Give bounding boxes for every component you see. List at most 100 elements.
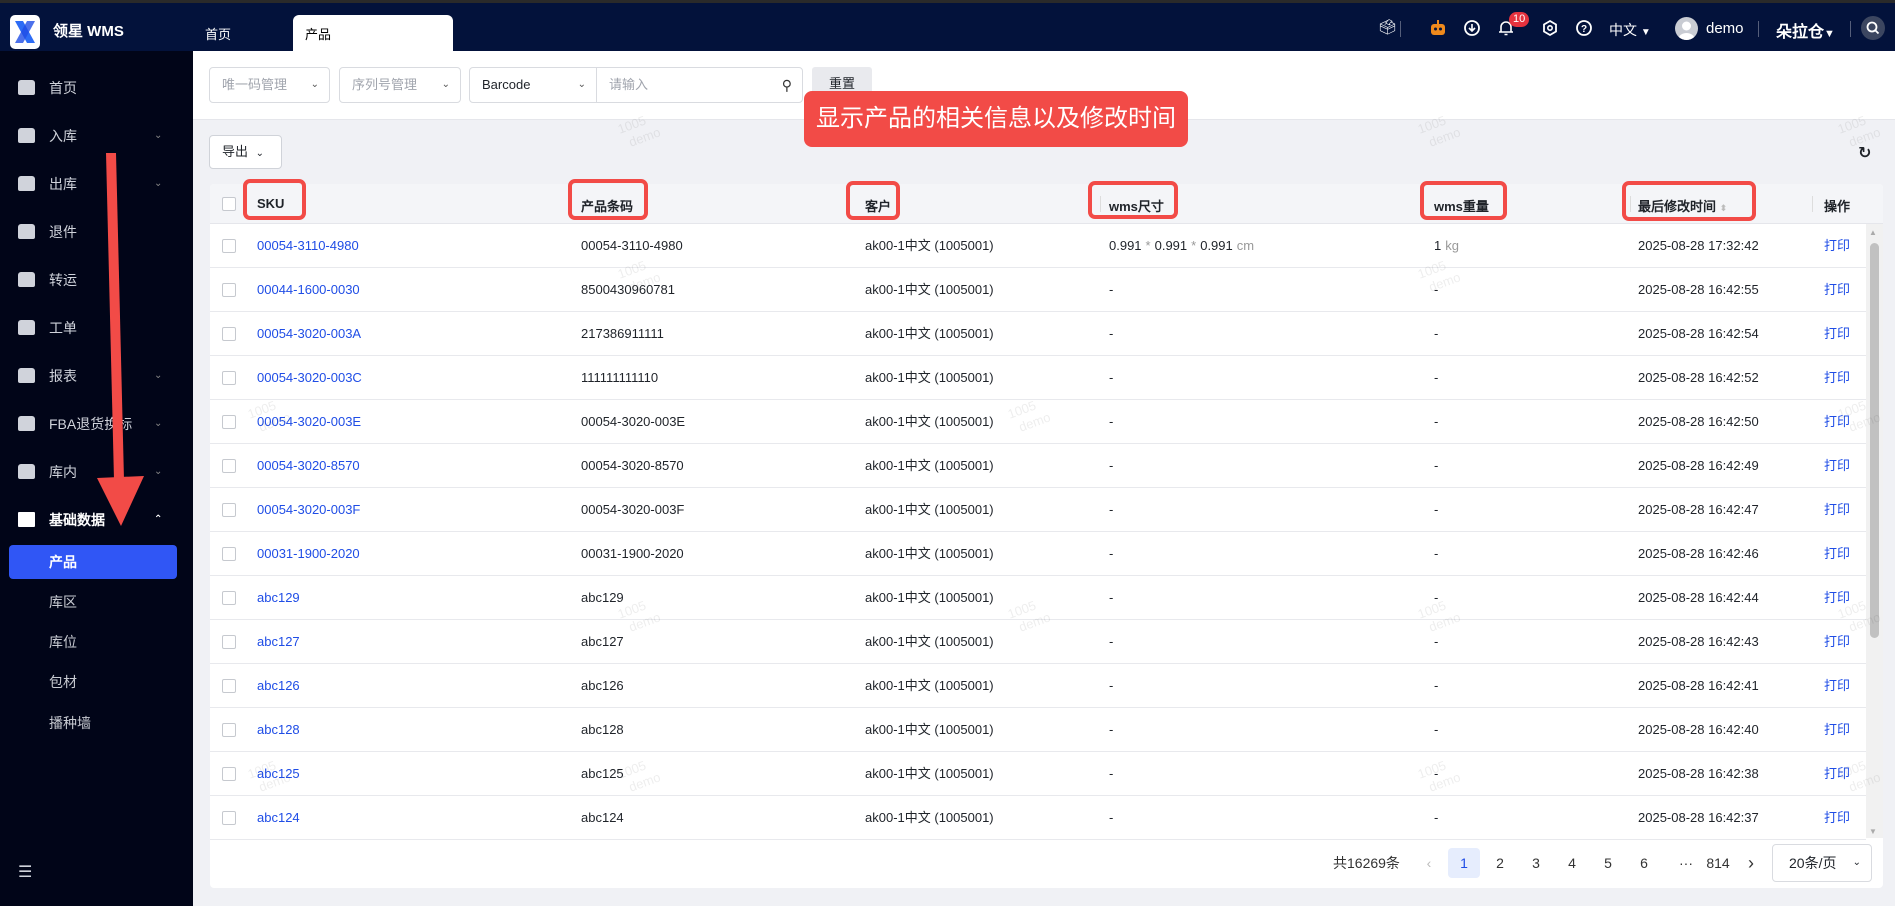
row-checkbox[interactable] [222,591,236,605]
sku-link[interactable]: abc128 [257,708,300,752]
search-icon[interactable] [1861,16,1885,40]
sidebar-subitem-2[interactable]: 库位 [9,625,177,659]
row-checkbox[interactable] [222,415,236,429]
next-page-icon[interactable]: › [1744,848,1758,878]
print-link[interactable]: 打印 [1824,708,1850,752]
print-link[interactable]: 打印 [1824,576,1850,620]
inbox-icon[interactable]: 🗳 [1378,19,1397,37]
export-button[interactable]: 导出 ⌄ [209,135,282,169]
row-checkbox[interactable] [222,811,236,825]
collapse-sidebar-icon[interactable]: ☰ [18,862,32,882]
table-row: abc128 abc128 ak00-1中文 (1005001) - - 2025-08-… [210,708,1866,752]
row-checkbox[interactable] [222,327,236,341]
row-checkbox[interactable] [222,503,236,517]
print-link[interactable]: 打印 [1824,268,1850,312]
last-modified-cell: 2025-08-28 16:42:43 [1638,634,1759,649]
username[interactable]: demo [1706,20,1744,37]
row-checkbox[interactable] [222,239,236,253]
page-6[interactable]: 6 [1628,848,1660,878]
search-input[interactable]: 请输入 ⚲ [596,67,803,103]
print-link[interactable]: 打印 [1824,752,1850,796]
unique-code-select[interactable]: 唯一码管理 ⌄ [209,67,330,103]
page-1[interactable]: 1 [1448,848,1480,878]
sku-link[interactable]: abc129 [257,576,300,620]
robot-icon[interactable] [1429,19,1447,37]
search-field-label: Barcode [482,77,531,92]
download-icon[interactable] [1463,19,1481,37]
row-checkbox[interactable] [222,679,236,693]
sku-link[interactable]: 00054-3020-003C [257,356,362,400]
pagination-ellipsis[interactable]: ··· [1672,848,1700,878]
warehouse-select[interactable]: 朵拉仓▼ [1776,18,1835,42]
page-5[interactable]: 5 [1592,848,1624,878]
row-checkbox[interactable] [222,635,236,649]
sku-link[interactable]: 00054-3110-4980 [257,224,359,268]
sku-link[interactable]: abc126 [257,664,300,708]
wms-size-cell: - [1109,722,1114,737]
annotation-highlight-wms-size [1088,181,1178,219]
page-2[interactable]: 2 [1484,848,1516,878]
print-link[interactable]: 打印 [1824,400,1850,444]
sku-link[interactable]: 00031-1900-2020 [257,532,360,576]
search-field-select[interactable]: Barcode ⌄ [469,67,597,103]
print-link[interactable]: 打印 [1824,444,1850,488]
wms-weight-cell: - [1434,282,1439,297]
page-4[interactable]: 4 [1556,848,1588,878]
row-checkbox[interactable] [222,459,236,473]
wms-size-cell: - [1109,634,1114,649]
print-link[interactable]: 打印 [1824,796,1850,840]
sku-link[interactable]: 00044-1600-0030 [257,268,360,312]
sku-link[interactable]: 00054-3020-003A [257,312,361,356]
sidebar-subitem-3[interactable]: 包材 [9,665,177,699]
tab-home[interactable]: 首页 [205,15,231,54]
sku-link[interactable]: abc125 [257,752,300,796]
last-modified-cell: 2025-08-28 17:32:42 [1638,238,1759,253]
barcode-cell: 00054-3020-8570 [581,458,684,473]
print-link[interactable]: 打印 [1824,312,1850,356]
sku-link[interactable]: 00054-3020-8570 [257,444,360,488]
row-checkbox[interactable] [222,547,236,561]
tab-product[interactable]: 产品 [293,15,453,54]
print-link[interactable]: 打印 [1824,488,1850,532]
divider [1758,21,1759,37]
settings-icon[interactable] [1541,19,1559,37]
sku-link[interactable]: abc124 [257,796,300,840]
barcode-cell: abc125 [581,766,624,781]
scroll-down-icon[interactable]: ▼ [1869,827,1877,836]
language-select[interactable]: 中文 ▼ [1609,20,1651,40]
scroll-up-icon[interactable]: ▲ [1869,228,1877,237]
sidebar-subitem-1[interactable]: 库区 [9,585,177,619]
sku-link[interactable]: 00054-3020-003E [257,400,361,444]
scrollbar-thumb[interactable] [1870,243,1879,638]
row-checkbox[interactable] [222,371,236,385]
sku-link[interactable]: abc127 [257,620,300,664]
serial-select[interactable]: 序列号管理 ⌄ [339,67,461,103]
unique-code-label: 唯一码管理 [222,77,288,92]
page-size-select[interactable]: 20条/页 ⌄ [1772,844,1872,882]
print-link[interactable]: 打印 [1824,356,1850,400]
sku-link[interactable]: 00054-3020-003F [257,488,360,532]
last-modified-cell: 2025-08-28 16:42:37 [1638,810,1759,825]
print-link[interactable]: 打印 [1824,620,1850,664]
prev-page-icon[interactable]: ‹ [1422,848,1436,878]
wms-size-cell: - [1109,370,1114,385]
print-link[interactable]: 打印 [1824,664,1850,708]
row-checkbox[interactable] [222,283,236,297]
help-icon[interactable]: ? [1575,19,1593,37]
sidebar-subitem-4[interactable]: 播种墙 [9,706,177,740]
search-icon[interactable]: ⚲ [782,68,792,102]
annotation-arrow [97,153,144,526]
page-last[interactable]: 814 [1702,848,1734,878]
avatar[interactable] [1675,17,1698,40]
customer-cell: ak00-1中文 (1005001) [865,546,994,561]
row-checkbox[interactable] [222,723,236,737]
print-link[interactable]: 打印 [1824,532,1850,576]
refresh-icon[interactable]: ↻ [1858,143,1871,163]
table-row: 00054-3020-8570 00054-3020-8570 ak00-1中文 (… [210,444,1866,488]
wms-weight-cell: - [1434,810,1439,825]
print-link[interactable]: 打印 [1824,224,1850,268]
barcode-cell: abc128 [581,722,624,737]
select-all-checkbox[interactable] [222,197,236,211]
page-3[interactable]: 3 [1520,848,1552,878]
row-checkbox[interactable] [222,767,236,781]
